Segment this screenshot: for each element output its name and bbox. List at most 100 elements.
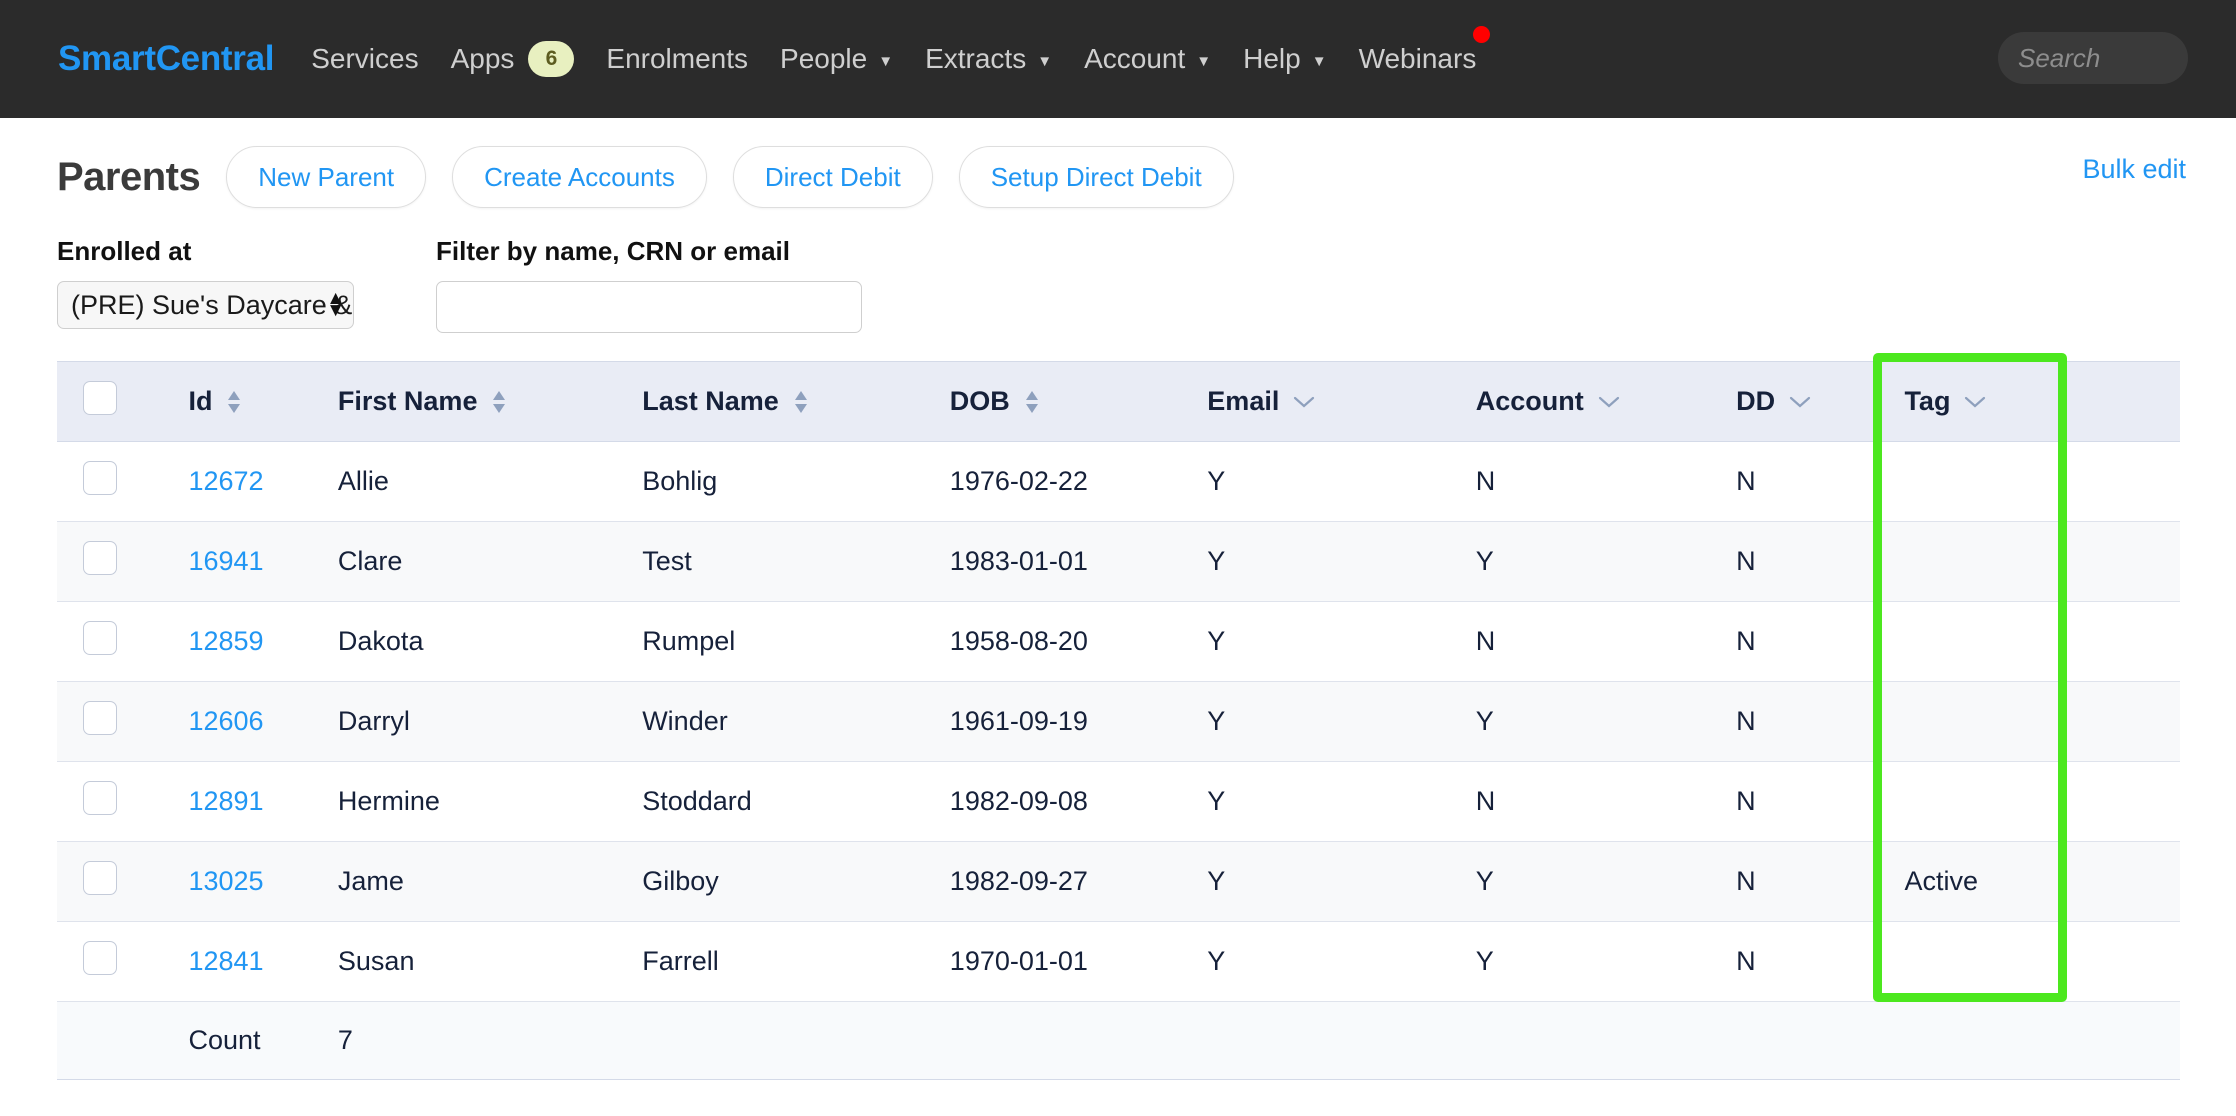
- header-first-name[interactable]: First Name: [313, 361, 623, 442]
- row-checkbox[interactable]: [83, 941, 117, 975]
- header-dob[interactable]: DOB: [927, 361, 1180, 442]
- header-account[interactable]: Account: [1449, 361, 1721, 442]
- parent-id-link[interactable]: 12891: [188, 786, 263, 816]
- name-filter-input[interactable]: [436, 281, 862, 333]
- create-accounts-button[interactable]: Create Accounts: [452, 146, 707, 208]
- header-email[interactable]: Email: [1179, 361, 1450, 442]
- cell-dd: N: [1720, 841, 1883, 922]
- cell-id[interactable]: 12891: [162, 761, 314, 842]
- cell-last-name: Test: [622, 521, 928, 602]
- cell-dob: 1982-09-27: [927, 841, 1180, 922]
- row-select-cell[interactable]: [57, 441, 163, 522]
- table-row[interactable]: 12672 Allie Bohlig 1976-02-22 Y N N: [57, 441, 2180, 522]
- search-box[interactable]: [1998, 32, 2236, 84]
- cell-last-name: Stoddard: [622, 761, 928, 842]
- select-down-arrow-icon: ▼: [326, 300, 345, 321]
- brand-logo[interactable]: SmartCentral: [58, 39, 275, 79]
- header-select-all[interactable]: [57, 361, 163, 442]
- cell-spacer: [2058, 601, 2180, 682]
- sort-arrows-icon[interactable]: [791, 388, 811, 416]
- sort-arrows-icon[interactable]: [489, 388, 509, 416]
- row-select-cell[interactable]: [57, 681, 163, 762]
- header-last-name-label: Last Name: [642, 386, 779, 416]
- cell-dob: 1976-02-22: [927, 441, 1180, 522]
- row-select-cell[interactable]: [57, 841, 163, 922]
- table-footer-row: Count 7: [57, 1001, 2180, 1080]
- cell-id[interactable]: 12672: [162, 441, 314, 522]
- row-checkbox[interactable]: [83, 781, 117, 815]
- header-tag[interactable]: Tag: [1882, 361, 2059, 442]
- enrolled-at-selected-value: (PRE) Sue's Daycare & Kir: [71, 289, 353, 320]
- row-checkbox[interactable]: [83, 861, 117, 895]
- table-row[interactable]: 12891 Hermine Stoddard 1982-09-08 Y N N: [57, 761, 2180, 842]
- cell-dob: 1961-09-19: [927, 681, 1180, 762]
- search-input[interactable]: [2016, 41, 2236, 75]
- cell-first-name: Dakota: [313, 601, 623, 682]
- table-body: 12672 Allie Bohlig 1976-02-22 Y N N 16941 Clare T…: [57, 441, 2180, 1080]
- nav-item-services[interactable]: Services: [311, 43, 418, 75]
- cell-id[interactable]: 12859: [162, 601, 314, 682]
- chevron-down-icon[interactable]: [1596, 394, 1622, 410]
- table-row[interactable]: 16941 Clare Test 1983-01-01 Y Y N: [57, 521, 2180, 602]
- cell-dd: N: [1720, 441, 1883, 522]
- cell-spacer: [2058, 841, 2180, 922]
- header-id[interactable]: Id: [162, 361, 314, 442]
- chevron-down-icon: ▼: [878, 52, 894, 70]
- sort-arrows-icon[interactable]: [224, 388, 244, 416]
- table-row[interactable]: 13025 Jame Gilboy 1982-09-27 Y Y N Active: [57, 841, 2180, 922]
- row-checkbox[interactable]: [83, 701, 117, 735]
- header-dd-label: DD: [1736, 386, 1776, 416]
- row-select-cell[interactable]: [57, 761, 163, 842]
- nav-item-apps[interactable]: Apps 6: [451, 41, 575, 77]
- cell-dob: 1982-09-08: [927, 761, 1180, 842]
- chevron-down-icon[interactable]: [1962, 394, 1988, 410]
- sort-arrows-icon[interactable]: [1022, 388, 1042, 416]
- row-checkbox[interactable]: [83, 461, 117, 495]
- table-row[interactable]: 12841 Susan Farrell 1970-01-01 Y Y N: [57, 921, 2180, 1002]
- header-last-name[interactable]: Last Name: [622, 361, 928, 442]
- cell-account: N: [1449, 601, 1721, 682]
- nav-item-people[interactable]: People ▼: [780, 43, 893, 75]
- parent-id-link[interactable]: 12672: [188, 466, 263, 496]
- table-head: Id First Name Last Name DOB Email Accoun…: [57, 361, 2180, 442]
- cell-id[interactable]: 12841: [162, 921, 314, 1002]
- parent-id-link[interactable]: 12859: [188, 626, 263, 656]
- cell-id[interactable]: 12606: [162, 681, 314, 762]
- cell-account: Y: [1449, 521, 1721, 602]
- cell-id[interactable]: 13025: [162, 841, 314, 922]
- table-row[interactable]: 12606 Darryl Winder 1961-09-19 Y Y N: [57, 681, 2180, 762]
- nav-item-webinars[interactable]: Webinars: [1359, 26, 1491, 75]
- direct-debit-button[interactable]: Direct Debit: [732, 146, 933, 208]
- cell-id[interactable]: 16941: [162, 521, 314, 602]
- row-checkbox[interactable]: [83, 621, 117, 655]
- parent-id-link[interactable]: 16941: [188, 546, 263, 576]
- cell-dob: 1983-01-01: [927, 521, 1180, 602]
- row-select-cell[interactable]: [57, 921, 163, 1002]
- parent-id-link[interactable]: 13025: [188, 866, 263, 896]
- setup-direct-debit-button[interactable]: Setup Direct Debit: [958, 146, 1234, 208]
- bulk-edit-link[interactable]: Bulk edit: [2082, 154, 2186, 185]
- chevron-down-icon[interactable]: [1291, 394, 1317, 410]
- header-dd[interactable]: DD: [1720, 361, 1883, 442]
- footer-spacer-dob: [927, 1001, 1180, 1080]
- cell-tag: [1882, 921, 2059, 1002]
- footer-spacer-last: [622, 1001, 928, 1080]
- parent-id-link[interactable]: 12841: [188, 946, 263, 976]
- new-parent-button[interactable]: New Parent: [226, 146, 427, 208]
- row-select-cell[interactable]: [57, 521, 163, 602]
- cell-email: Y: [1179, 921, 1450, 1002]
- chevron-down-icon[interactable]: [1787, 394, 1813, 410]
- nav-item-extracts[interactable]: Extracts ▼: [925, 43, 1052, 75]
- table-header-row: Id First Name Last Name DOB Email Accoun…: [57, 361, 2180, 442]
- cell-email: Y: [1179, 441, 1450, 522]
- table-row[interactable]: 12859 Dakota Rumpel 1958-08-20 Y N N: [57, 601, 2180, 682]
- enrolled-at-select[interactable]: (PRE) Sue's Daycare & Kir ▲ ▼: [57, 281, 354, 329]
- nav-item-help[interactable]: Help ▼: [1243, 43, 1326, 75]
- select-all-checkbox[interactable]: [83, 381, 117, 415]
- row-checkbox[interactable]: [83, 541, 117, 575]
- nav-label-enrolments: Enrolments: [606, 43, 749, 74]
- row-select-cell[interactable]: [57, 601, 163, 682]
- nav-item-account[interactable]: Account ▼: [1084, 43, 1211, 75]
- parent-id-link[interactable]: 12606: [188, 706, 263, 736]
- nav-item-enrolments[interactable]: Enrolments: [606, 43, 748, 75]
